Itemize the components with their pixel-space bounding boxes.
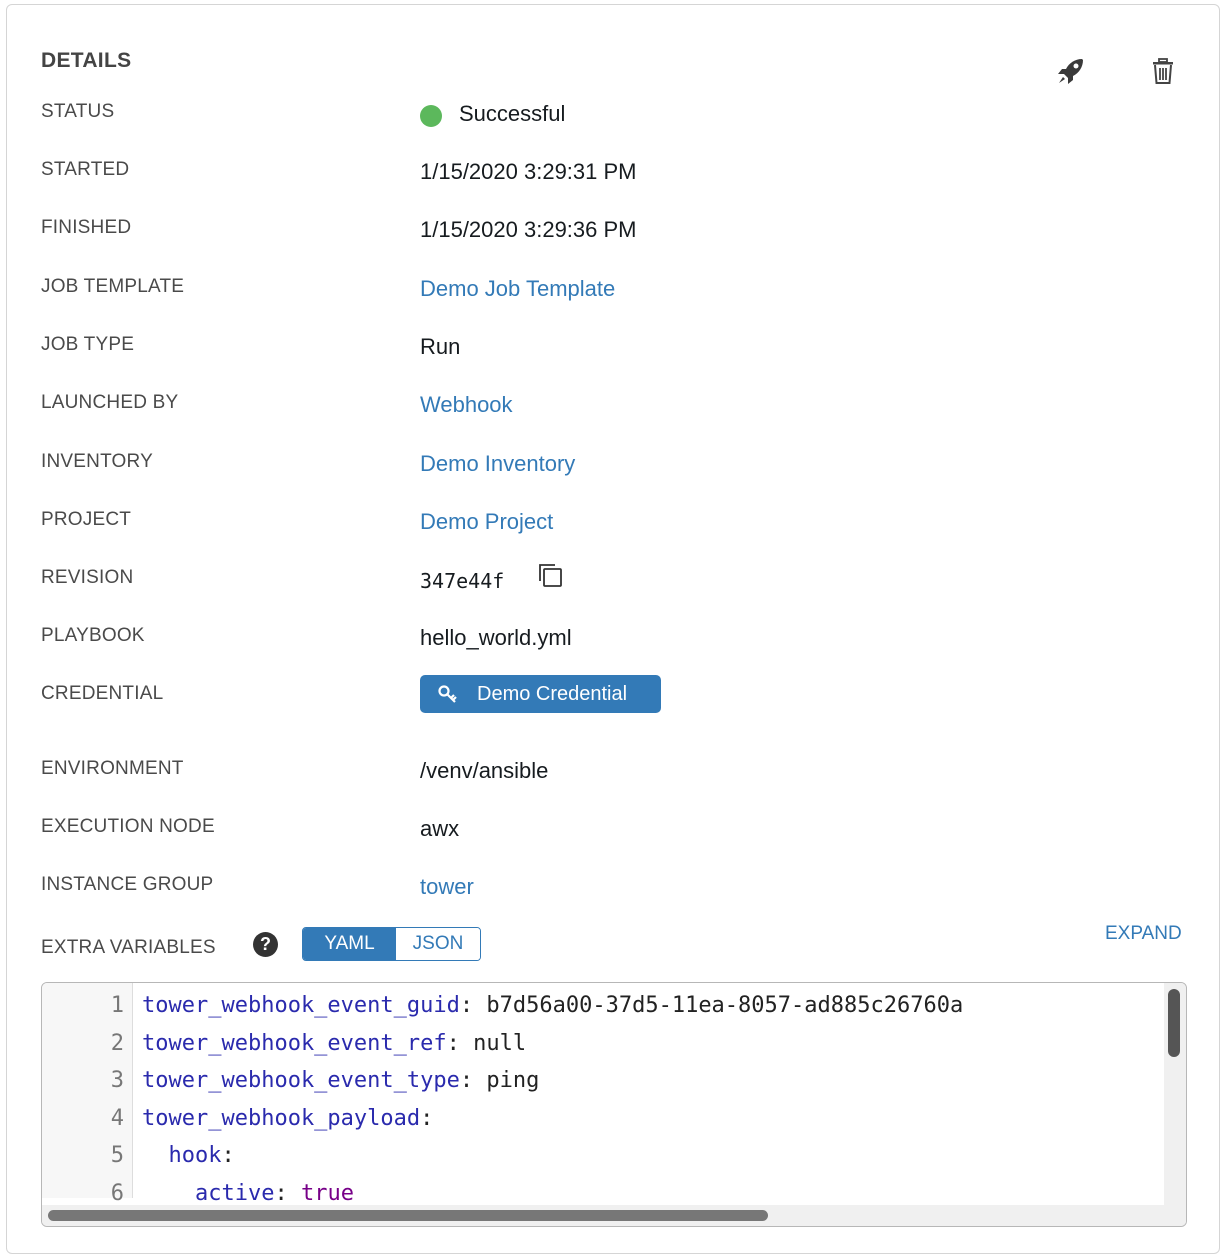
delete-button[interactable] [1147,55,1179,87]
instance-group-label: INSTANCE GROUP [41,874,214,895]
extra-variables-row: EXTRA VARIABLES ? YAML JSON EXPAND [0,923,1200,977]
code-text: tower_webhook_event_ref: null [142,1031,526,1056]
panel-actions [1055,55,1185,91]
environment-label: ENVIRONMENT [41,758,184,779]
job-template-label: JOB TEMPLATE [41,276,185,297]
status-row: STATUS Successful [0,101,1200,141]
started-row: STARTED 1/15/2020 3:29:31 PM [0,159,1200,199]
format-toggle: YAML JSON [302,927,481,961]
finished-row: FINISHED 1/15/2020 3:29:36 PM [0,217,1200,257]
horizontal-scrollbar[interactable] [48,1210,768,1221]
execution-node-row: EXECUTION NODE awx [0,816,1200,856]
instance-group-row: INSTANCE GROUP tower [0,874,1200,914]
status-indicator [420,105,442,127]
credential-value: Demo Credential [477,683,628,705]
code-text: hook: [142,1143,235,1168]
job-type-label: JOB TYPE [41,334,135,355]
yaml-key: tower_webhook_payload [142,1105,421,1131]
extra-variables-label: EXTRA VARIABLES [41,937,216,958]
inventory-row: INVENTORY Demo Inventory [0,451,1200,491]
execution-node-value: awx [420,816,460,841]
details-title: DETAILS [41,49,132,72]
code-text: tower_webhook_payload: [142,1106,433,1131]
code-line: 4 tower_webhook_payload: [42,1106,1162,1144]
revision-label: REVISION [41,567,134,588]
extra-variables-editor[interactable]: 1 tower_webhook_event_guid: b7d56a00-37d5… [41,982,1187,1227]
rocket-icon [1058,59,1083,84]
credential-row: CREDENTIAL Demo Credential [0,675,1200,723]
inventory-link[interactable]: Demo Inventory [420,451,575,477]
yaml-key: hook [168,1143,222,1168]
code-text: active: true [142,1181,354,1206]
job-type-value: Run [420,334,461,359]
code-line: 1 tower_webhook_event_guid: b7d56a00-37d5… [42,993,1162,1031]
environment-row: ENVIRONMENT /venv/ansible [0,758,1200,798]
status-label: STATUS [41,101,115,122]
started-value: 1/15/2020 3:29:31 PM [420,159,637,184]
project-label: PROJECT [41,509,132,530]
yaml-separator: : [420,1105,434,1131]
credential-chip[interactable]: Demo Credential [420,675,661,713]
line-number: 2 [110,1030,124,1056]
yaml-key: tower_webhook_event_type [142,1068,460,1093]
code-text: tower_webhook_event_type: ping [142,1068,539,1093]
execution-node-label: EXECUTION NODE [41,816,215,837]
launched-by-label: LAUNCHED BY [41,392,179,413]
launched-by-link[interactable]: Webhook [420,392,513,418]
yaml-separator: : [221,1143,235,1168]
playbook-value: hello_world.yml [420,625,572,650]
yaml-value: ping [486,1068,540,1093]
credential-label: CREDENTIAL [41,683,164,704]
job-type-row: JOB TYPE Run [0,334,1200,374]
instance-group-link[interactable]: tower [420,874,474,900]
key-icon [438,685,457,703]
yaml-value: true [300,1180,354,1206]
json-toggle-button[interactable]: JSON [396,928,480,960]
expand-link[interactable]: EXPAND [1105,923,1182,945]
revision-row: REVISION 347e44f [0,564,1200,607]
yaml-separator: : [446,1030,474,1056]
yaml-separator: : [459,993,487,1018]
project-row: PROJECT Demo Project [0,509,1200,549]
environment-value: /venv/ansible [420,758,549,783]
inventory-label: INVENTORY [41,451,153,472]
playbook-label: PLAYBOOK [41,625,145,646]
playbook-row: PLAYBOOK hello_world.yml [0,625,1200,665]
line-number: 5 [110,1143,124,1168]
project-link[interactable]: Demo Project [420,509,553,535]
job-template-row: JOB TEMPLATE Demo Job Template [0,276,1200,316]
revision-value: 347e44f [420,569,505,593]
launched-by-row: LAUNCHED BY Webhook [0,392,1200,432]
status-value: Successful [459,101,566,126]
line-number: 1 [110,993,124,1018]
code-text: tower_webhook_event_guid: b7d56a00-37d5-… [142,993,963,1018]
yaml-value: null [473,1030,527,1056]
copy-icon[interactable] [535,561,565,591]
yaml-separator: : [459,1068,487,1093]
relaunch-button[interactable] [1055,55,1087,87]
line-number: 6 [110,1180,124,1206]
line-number: 4 [110,1105,124,1131]
yaml-key: active [194,1180,275,1206]
code-line: 3 tower_webhook_event_type: ping [42,1068,1162,1106]
yaml-separator: : [274,1180,301,1206]
vertical-scrollbar[interactable] [1168,989,1180,1057]
code-line: 5 hook: [42,1143,1162,1181]
finished-value: 1/15/2020 3:29:36 PM [420,217,637,242]
finished-label: FINISHED [41,217,132,238]
yaml-key: tower_webhook_event_ref [142,1030,447,1056]
job-template-link[interactable]: Demo Job Template [420,276,615,302]
help-icon[interactable]: ? [253,932,278,957]
started-label: STARTED [41,159,130,180]
line-number: 3 [110,1068,124,1093]
yaml-key: tower_webhook_event_guid [142,993,460,1018]
yaml-value: b7d56a00-37d5-11ea-8057-ad885c26760a [486,993,964,1018]
trash-icon [1153,58,1173,84]
yaml-toggle-button[interactable]: YAML [303,928,396,960]
code-line: 2 tower_webhook_event_ref: null [42,1031,1162,1069]
